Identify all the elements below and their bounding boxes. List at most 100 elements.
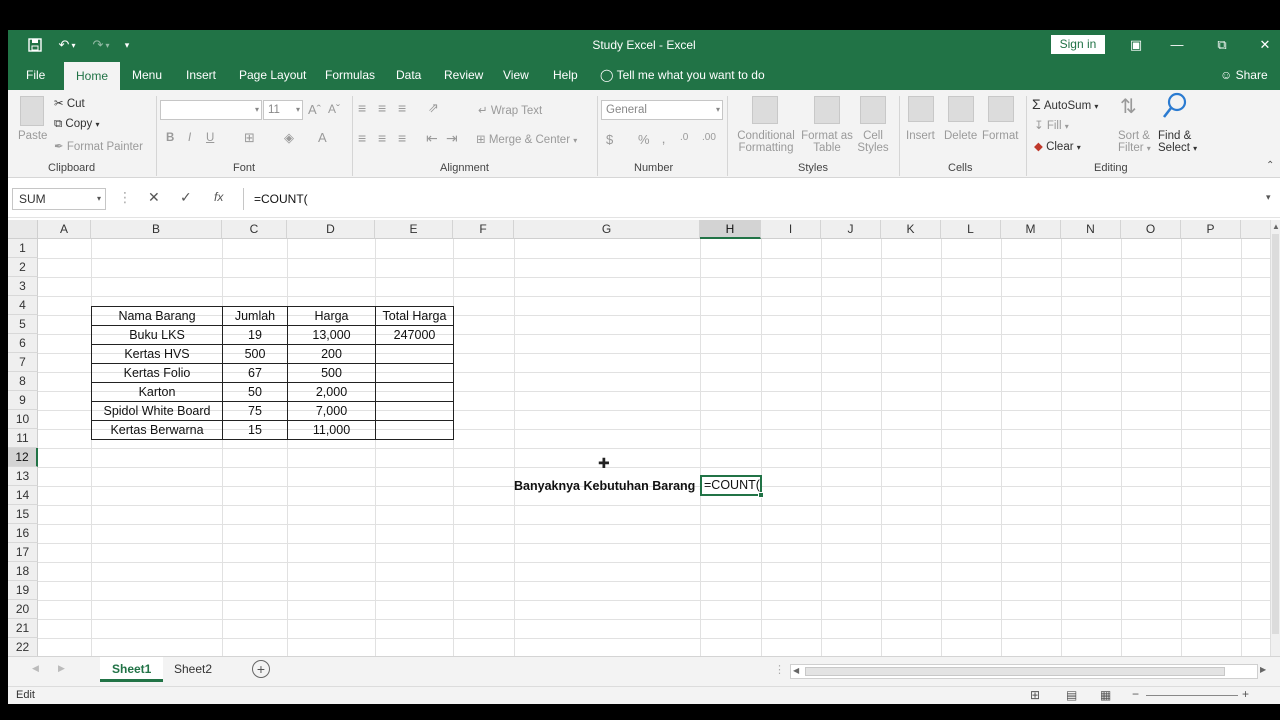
paste-button[interactable]: Paste [18,130,47,142]
table-cell[interactable]: Karton [91,382,223,402]
column-header[interactable]: K [881,220,941,239]
table-cell[interactable]: 75 [222,401,288,421]
name-box[interactable]: SUM ▾ [12,188,106,210]
row-header[interactable]: 10 [8,410,38,429]
font-size-field[interactable]: 11 ▾ [263,100,303,120]
row-header[interactable]: 12 [8,448,38,467]
cut-button[interactable]: ✂ Cut [54,96,85,110]
row-header[interactable]: 19 [8,581,38,600]
next-sheet-icon[interactable]: ▶ [58,663,65,674]
table-header-cell[interactable]: Total Harga [375,306,454,326]
scroll-up-icon[interactable]: ▲ [1272,222,1280,231]
font-color-icon[interactable]: A [318,130,327,145]
page-layout-view-icon[interactable]: ▤ [1066,688,1077,702]
tab-home[interactable]: Home [64,62,121,90]
row-header[interactable]: 2 [8,258,38,277]
cancel-icon[interactable]: ✕ [148,189,160,206]
label-cell-g12[interactable]: Banyaknya Kebutuhan Barang : [514,477,700,496]
minimize-button[interactable]: — [1162,34,1192,56]
horizontal-scroll-thumb[interactable] [805,667,1225,676]
column-header[interactable]: E [375,220,453,239]
row-header[interactable]: 11 [8,429,38,448]
table-cell[interactable] [375,401,454,421]
tab-review[interactable]: Review [444,60,483,90]
row-header[interactable]: 13 [8,467,38,486]
grow-font-icon[interactable]: Aˆ [308,102,321,117]
percent-icon[interactable]: % [638,132,650,147]
table-cell[interactable]: Kertas HVS [91,344,223,364]
prev-sheet-icon[interactable]: ◀ [32,663,39,674]
page-break-view-icon[interactable]: ▦ [1100,688,1111,702]
tab-data[interactable]: Data [396,60,421,90]
delete-cells-icon[interactable] [948,96,974,122]
decrease-indent-icon[interactable]: ⇤ [426,130,438,147]
scroll-left-icon[interactable]: ◀ [793,666,799,675]
conditional-formatting-icon[interactable] [752,96,778,124]
table-cell[interactable]: 50 [222,382,288,402]
column-header[interactable]: G [514,220,700,239]
row-header[interactable]: 6 [8,334,38,353]
column-header[interactable]: B [91,220,222,239]
cell-styles-button[interactable]: Cell Styles [854,130,892,154]
table-cell[interactable]: 247000 [375,325,454,345]
insert-cells-button[interactable]: Insert [906,130,935,142]
font-name-field[interactable]: ▾ [160,100,262,120]
copy-button[interactable]: ⧉ Copy ▾ [54,118,100,131]
tab-file[interactable]: File [26,60,45,90]
cell-styles-icon[interactable] [860,96,886,124]
table-header-cell[interactable]: Jumlah [222,306,288,326]
column-header[interactable]: L [941,220,1001,239]
column-header[interactable]: C [222,220,287,239]
column-header[interactable]: M [1001,220,1061,239]
sheet-tab-sheet1[interactable]: Sheet1 [100,657,164,682]
restore-button[interactable]: ⧉ [1207,34,1237,56]
number-format-field[interactable]: General ▾ [601,100,723,120]
table-cell[interactable]: Spidol White Board [91,401,223,421]
row-header[interactable]: 5 [8,315,38,334]
increase-decimal-icon[interactable]: .0 [680,132,688,143]
ribbon-display-icon[interactable]: ▣ [1121,34,1151,56]
borders-icon[interactable]: ⊞ [244,130,255,146]
magnifier-icon[interactable] [1162,92,1188,123]
add-sheet-icon[interactable]: + [252,660,270,678]
column-header[interactable]: I [761,220,821,239]
table-cell[interactable]: 2,000 [287,382,376,402]
bottom-align-icon[interactable]: ≡ [398,100,406,116]
table-cell[interactable]: Buku LKS [91,325,223,345]
underline-icon[interactable]: U [206,132,214,144]
sign-in-button[interactable]: Sign in [1051,35,1105,54]
table-cell[interactable]: 15 [222,420,288,440]
column-header-partial[interactable] [1241,220,1271,239]
formula-input[interactable]: =COUNT( [243,188,1273,210]
row-header[interactable]: 8 [8,372,38,391]
format-painter-button[interactable]: ✒ Format Painter [54,139,143,153]
row-header[interactable]: 22 [8,638,38,656]
tab-help[interactable]: Help [553,60,578,90]
orientation-icon[interactable]: ⇗ [428,100,439,116]
column-header[interactable]: N [1061,220,1121,239]
table-cell[interactable]: 13,000 [287,325,376,345]
table-cell[interactable]: 200 [287,344,376,364]
zoom-out-icon[interactable]: − [1132,687,1139,701]
tab-insert[interactable]: Insert [186,60,216,90]
expand-formula-icon[interactable]: ▾ [1266,192,1271,203]
table-cell[interactable]: 19 [222,325,288,345]
table-cell[interactable] [375,363,454,383]
fill-handle[interactable] [758,492,764,498]
column-header[interactable]: F [453,220,514,239]
row-header[interactable]: 16 [8,524,38,543]
increase-indent-icon[interactable]: ⇥ [446,130,458,147]
format-table-icon[interactable] [814,96,840,124]
close-button[interactable]: ✕ [1250,34,1280,56]
row-header[interactable]: 14 [8,486,38,505]
normal-view-icon[interactable]: ⊞ [1030,688,1040,702]
find-select-button[interactable]: Find & Select ▾ [1158,130,1197,154]
table-cell[interactable]: 500 [287,363,376,383]
table-cell[interactable]: 500 [222,344,288,364]
select-all-corner[interactable] [8,220,38,239]
row-header[interactable]: 18 [8,562,38,581]
insert-cells-icon[interactable] [908,96,934,122]
row-header[interactable]: 1 [8,239,38,258]
tab-formulas[interactable]: Formulas [325,60,375,90]
autosum-button[interactable]: Σ AutoSum ▾ [1032,96,1098,112]
